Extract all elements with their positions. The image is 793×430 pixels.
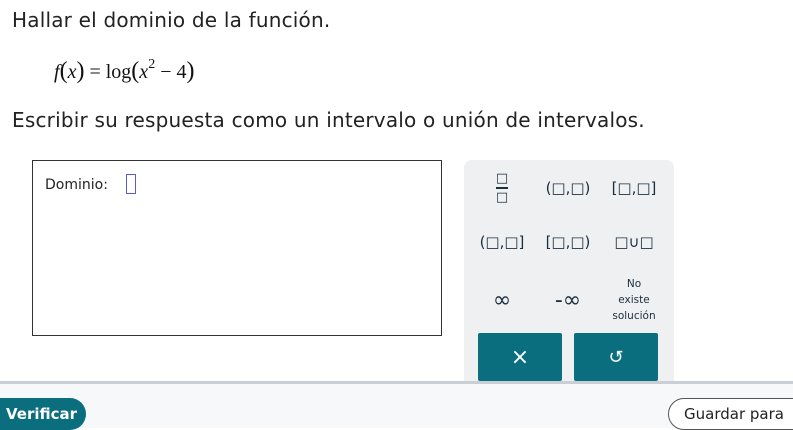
no-solution-key[interactable]: No existe solución [604, 274, 664, 326]
math-keypad: □ □ (□,□) [□,□] (□,□] [□,□) □∪□ ∞ -∞ No … [464, 160, 674, 382]
verify-button[interactable]: Verificar [0, 398, 86, 430]
open-interval-key[interactable]: (□,□) [540, 168, 596, 208]
closed-interval-key[interactable]: [□,□] [606, 168, 662, 208]
domain-label: Dominio: [45, 177, 108, 193]
equals-sign: = [89, 61, 101, 83]
no-solution-line2: existe [618, 294, 650, 306]
question-prompt: Hallar el dominio de la función. [12, 8, 331, 32]
closed-open-interval-key[interactable]: [□,□) [540, 222, 596, 262]
save-for-later-button[interactable]: Guardar para [668, 398, 793, 430]
minus-sign: − [160, 61, 172, 83]
answer-area[interactable]: Dominio: [32, 160, 442, 336]
answer-instruction: Escribir su respuesta como un intervalo … [12, 108, 645, 132]
constant: 4 [176, 61, 187, 83]
exponent: 2 [148, 57, 156, 73]
infinity-key[interactable]: ∞ [474, 276, 530, 324]
undo-icon: ↺ [608, 346, 624, 368]
negative-infinity-key[interactable]: -∞ [540, 276, 596, 324]
clear-icon: × [510, 344, 530, 370]
fraction-key[interactable]: □ □ [474, 168, 530, 208]
no-solution-line1: No [626, 278, 642, 290]
log-operator: log [105, 61, 132, 83]
argument-variable: x [139, 61, 149, 83]
function-formula: f(x) = log(x2 − 4) [54, 57, 195, 84]
undo-button[interactable]: ↺ [574, 333, 658, 381]
no-solution-line3: solución [612, 310, 656, 322]
domain-input[interactable] [126, 174, 136, 194]
fraction-denominator: □ [495, 189, 509, 205]
union-key[interactable]: □∪□ [606, 222, 662, 262]
fraction-numerator: □ [495, 171, 509, 187]
open-closed-interval-key[interactable]: (□,□] [474, 222, 530, 262]
clear-button[interactable]: × [478, 333, 562, 381]
